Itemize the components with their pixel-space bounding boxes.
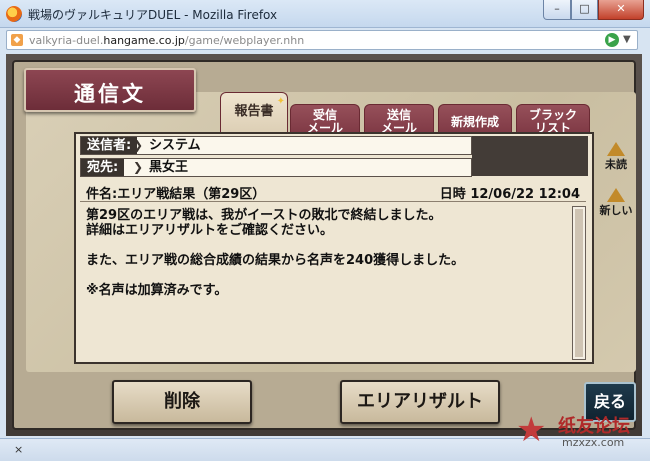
message-body: 第29区のエリア戦は、我がイーストの敗北で終結しました。 詳細はエリアリザルトを… [86, 208, 566, 298]
sender-label: 送信者: [81, 137, 138, 154]
dropdown-chevron-icon[interactable]: ▼ [623, 34, 631, 45]
scroll-thumb[interactable] [575, 209, 583, 357]
header-filler [472, 136, 588, 176]
subject: 件名:エリア戦結果（第29区） [86, 187, 266, 202]
star-logo-icon: ★ [516, 410, 547, 450]
sender-row: 送信者: ❯ システム [80, 136, 472, 155]
chevron-right-icon: ❯ [133, 138, 144, 152]
chevron-right-icon: ❯ [133, 160, 144, 174]
watermark: ★ 纸友论坛 mzxzx.com [516, 406, 646, 456]
recipient-row: 宛先: ❯ 黒女王 [80, 158, 472, 177]
go-icon[interactable]: ▶ [605, 33, 619, 47]
body-line: また、エリア戦の総合成績の結果から名声を240獲得しました。 [86, 253, 465, 268]
window-title: 戦場のヴァルキュリアDUEL - Mozilla Firefox [28, 8, 278, 22]
message-scrollbar[interactable] [572, 206, 586, 360]
watermark-url: mzxzx.com [562, 436, 625, 449]
body-line: 詳細はエリアリザルトをご確認ください。 [86, 223, 334, 238]
area-result-button[interactable]: エリアリザルト [340, 380, 500, 424]
close-window-button[interactable]: ✕ [598, 0, 644, 20]
up-arrow-icon [607, 188, 625, 202]
unread-filter-button[interactable]: 未読 [598, 142, 634, 172]
new-indicator-icon: ✦ [276, 96, 285, 107]
screen-title: 通信文 [74, 82, 146, 106]
watermark-brand: 纸友论坛 [558, 416, 630, 437]
recipient-label: 宛先: [81, 159, 125, 176]
message-panel: 送信者: ❯ システム 宛先: ❯ 黒女王 件名:エリア戦結果（第29区） 日時… [74, 132, 594, 364]
recipient-value: 黒女王 [149, 160, 189, 175]
screen-title-plate: 通信文 [24, 68, 196, 112]
game-frame: 通信文 報告書 ✦ 受信 メール 送信 メール 新規作成 ブラック リスト 送信… [12, 60, 636, 430]
site-favicon-icon: ◆ [11, 34, 23, 46]
close-statusbar-icon[interactable]: × [14, 443, 23, 456]
body-line: 第29区のエリア戦は、我がイーストの敗北で終結しました。 [86, 208, 442, 223]
game-viewport: 通信文 報告書 ✦ 受信 メール 送信 メール 新規作成 ブラック リスト 送信… [6, 54, 642, 436]
body-line: ※名声は加算済みです。 [86, 283, 228, 298]
delete-button[interactable]: 削除 [112, 380, 252, 424]
subject-line: 件名:エリア戦結果（第29区） 日時 12/06/22 12:04 [80, 182, 586, 202]
newest-sort-button[interactable]: 新しい [594, 188, 638, 218]
firefox-icon [6, 6, 22, 22]
window-titlebar: 戦場のヴァルキュリアDUEL - Mozilla Firefox – □ ✕ [0, 0, 650, 28]
sender-value: システム [149, 138, 201, 153]
maximize-button[interactable]: □ [571, 0, 598, 20]
minimize-button[interactable]: – [543, 0, 571, 20]
up-arrow-icon [607, 142, 625, 156]
message-date: 日時 12/06/22 12:04 [439, 187, 580, 202]
url-text[interactable]: valkyria-duel.hangame.co.jp/game/webplay… [29, 34, 304, 47]
address-bar[interactable]: ◆ valkyria-duel.hangame.co.jp/game/webpl… [6, 30, 638, 50]
